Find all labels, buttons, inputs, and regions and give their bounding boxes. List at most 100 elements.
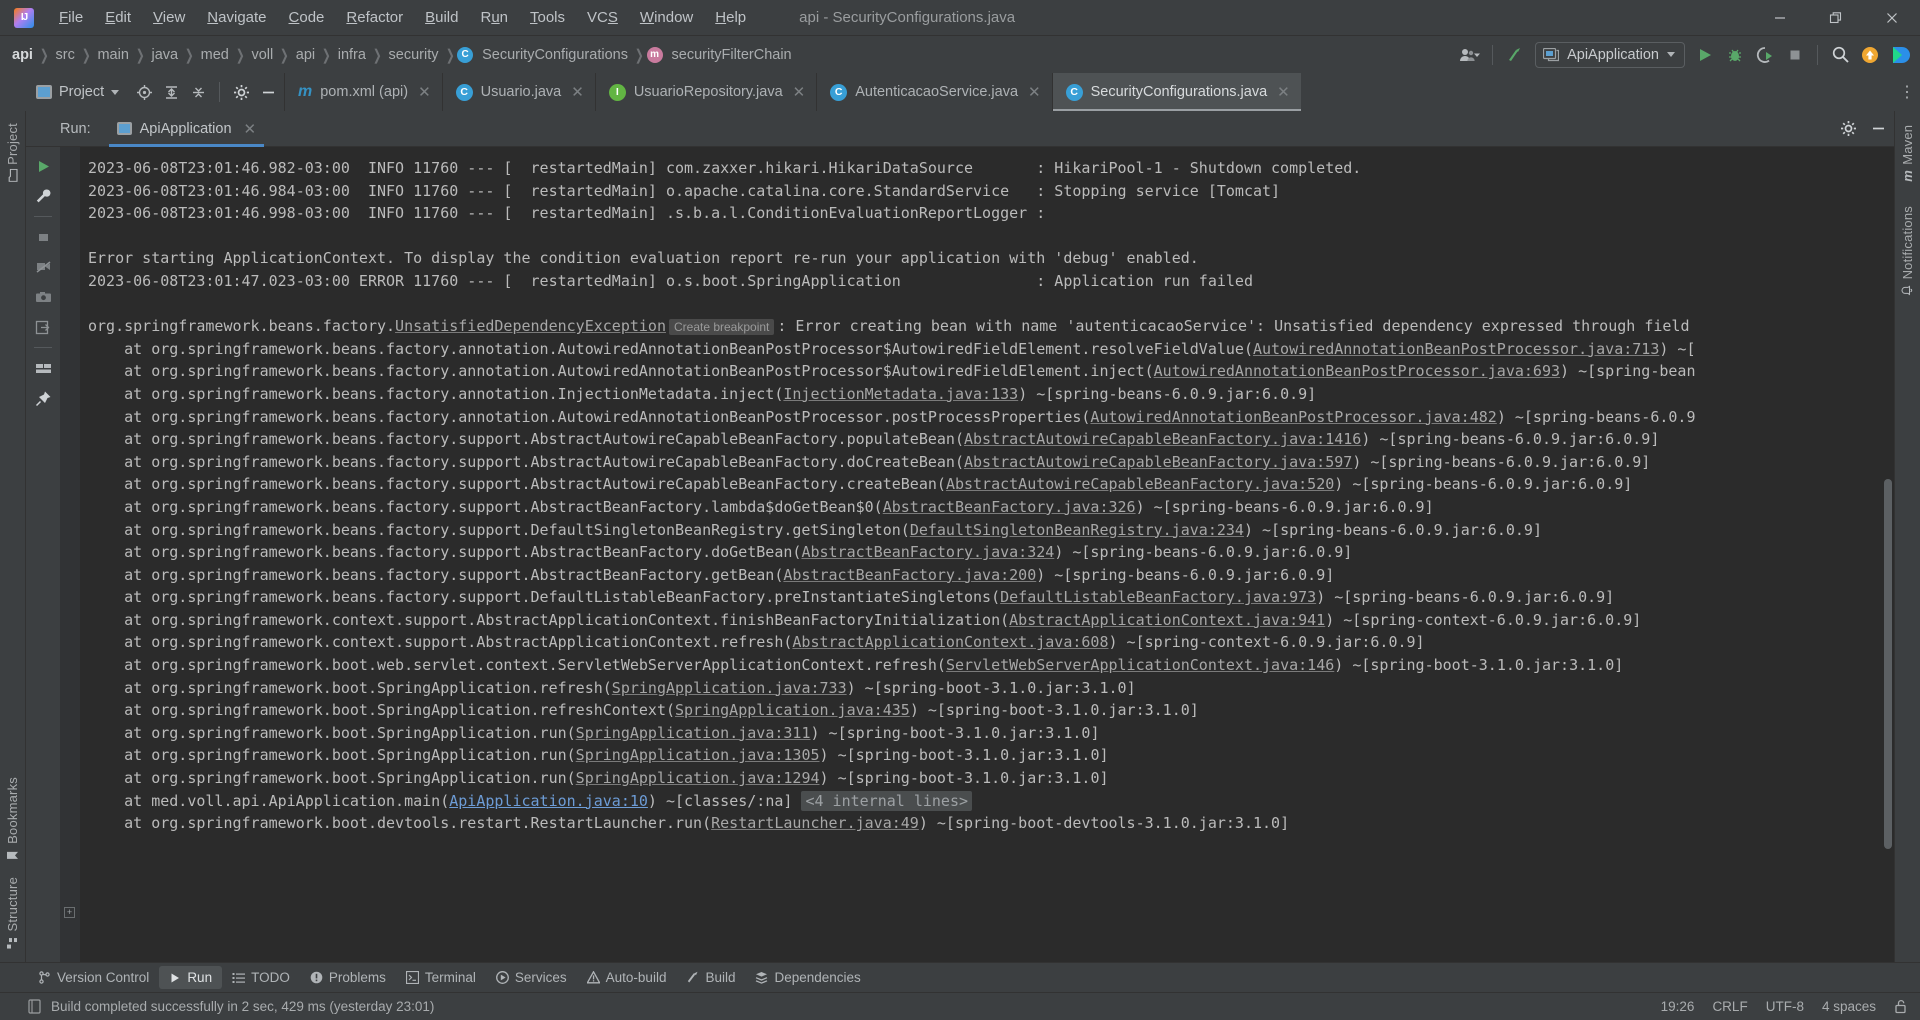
menu-file[interactable]: File xyxy=(48,5,94,30)
tool-window-terminal[interactable]: Terminal xyxy=(396,966,486,989)
breadcrumb-item-api[interactable]: api xyxy=(8,45,37,65)
close-icon[interactable]: ✕ xyxy=(244,120,257,138)
console-stacktrace-link[interactable]: AbstractBeanFactory.java:326 xyxy=(883,498,1136,516)
menu-run[interactable]: Run xyxy=(469,5,519,30)
locate-icon[interactable] xyxy=(132,80,156,104)
tool-window-dependencies[interactable]: Dependencies xyxy=(745,966,870,989)
line-separator[interactable]: CRLF xyxy=(1712,999,1747,1014)
chevron-down-icon[interactable] xyxy=(111,89,120,95)
maximize-button[interactable] xyxy=(1808,0,1864,36)
close-icon[interactable]: ✕ xyxy=(418,83,431,101)
debug-button[interactable] xyxy=(1721,41,1749,69)
stop-button[interactable] xyxy=(1781,41,1809,69)
console-stacktrace-link[interactable]: SpringApplication.java:1305 xyxy=(576,746,820,764)
rerun-icon[interactable] xyxy=(30,153,56,179)
user-avatar-icon[interactable] xyxy=(1456,41,1484,69)
console-stacktrace-link[interactable]: AutowiredAnnotationBeanPostProcessor.jav… xyxy=(1253,340,1659,358)
internal-lines-folded[interactable]: <4 internal lines> xyxy=(801,790,973,811)
menu-help[interactable]: Help xyxy=(704,5,757,30)
console-stacktrace-link[interactable]: SpringApplication.java:1294 xyxy=(576,769,820,787)
editor-tab-autenticacaoservice-java[interactable]: C AutenticacaoService.java ✕ xyxy=(816,73,1051,111)
close-icon[interactable]: ✕ xyxy=(1028,83,1041,101)
console-stacktrace-link[interactable]: DefaultSingletonBeanRegistry.java:234 xyxy=(910,521,1244,539)
hide-panel-icon[interactable] xyxy=(1866,117,1890,141)
console-output[interactable]: 2023-06-08T23:01:46.982-03:00 INFO 11760… xyxy=(80,147,1894,962)
sidebar-item-notifications[interactable]: Notifications xyxy=(1900,198,1915,304)
tool-window-build[interactable]: Build xyxy=(676,966,745,989)
console-scrollbar[interactable] xyxy=(1884,479,1892,849)
suppress-icon[interactable] xyxy=(30,254,56,280)
updates-icon[interactable] xyxy=(1501,41,1529,69)
run-tab-apiapplication[interactable]: ApiApplication ✕ xyxy=(108,111,265,147)
console-stacktrace-link[interactable]: AutowiredAnnotationBeanPostProcessor.jav… xyxy=(1090,408,1496,426)
create-breakpoint-link[interactable]: Create breakpoint xyxy=(668,319,775,336)
breadcrumb-item-java[interactable]: java xyxy=(147,45,182,65)
close-icon[interactable]: ✕ xyxy=(571,83,584,101)
menu-vcs[interactable]: VCS xyxy=(576,5,629,30)
tool-window-version-control[interactable]: Version Control xyxy=(28,966,159,989)
console-stacktrace-link[interactable]: AbstractAutowireCapableBeanFactory.java:… xyxy=(964,430,1361,448)
camera-icon[interactable] xyxy=(30,284,56,310)
indent-setting[interactable]: 4 spaces xyxy=(1822,999,1876,1014)
breadcrumb-item-infra[interactable]: infra xyxy=(334,45,370,65)
sidebar-item-structure[interactable]: Structure xyxy=(5,869,20,958)
layout-icon[interactable] xyxy=(30,355,56,381)
sidebar-item-bookmarks[interactable]: Bookmarks xyxy=(5,769,20,870)
sidebar-item-maven[interactable]: m Maven xyxy=(1900,117,1915,190)
export-icon[interactable] xyxy=(30,314,56,340)
hide-panel-icon[interactable] xyxy=(256,80,280,104)
breadcrumb-item-main[interactable]: main xyxy=(93,45,132,65)
console-stacktrace-link[interactable]: SpringApplication.java:733 xyxy=(612,679,847,697)
console-stacktrace-link[interactable]: InjectionMetadata.java:133 xyxy=(783,385,1018,403)
console-source-link[interactable]: ApiApplication.java:10 xyxy=(449,792,648,810)
gear-icon[interactable] xyxy=(1836,117,1860,141)
notifications-icon[interactable] xyxy=(1856,41,1884,69)
stop-icon[interactable] xyxy=(30,224,56,250)
minimize-button[interactable] xyxy=(1752,0,1808,36)
search-everywhere-icon[interactable] xyxy=(1826,41,1854,69)
run-button[interactable] xyxy=(1691,41,1719,69)
console-stacktrace-link[interactable]: SpringApplication.java:435 xyxy=(675,701,910,719)
console-stacktrace-link[interactable]: AbstractApplicationContext.java:941 xyxy=(1009,611,1325,629)
console-stacktrace-link[interactable]: SpringApplication.java:311 xyxy=(576,724,811,742)
tool-window-services[interactable]: Services xyxy=(486,966,577,989)
menu-navigate[interactable]: Navigate xyxy=(196,5,277,30)
sidebar-item-project[interactable]: Project xyxy=(5,115,20,189)
close-button[interactable] xyxy=(1864,0,1920,36)
console-stacktrace-link[interactable]: AbstractAutowireCapableBeanFactory.java:… xyxy=(946,475,1334,493)
tool-window-run[interactable]: Run xyxy=(159,966,223,989)
editor-options-icon[interactable]: ⋮ xyxy=(1894,73,1920,111)
breadcrumb-item-api2[interactable]: api xyxy=(292,45,319,65)
menu-build[interactable]: Build xyxy=(414,5,469,30)
file-encoding[interactable]: UTF-8 xyxy=(1766,999,1804,1014)
menu-view[interactable]: View xyxy=(142,5,196,30)
wrench-icon[interactable] xyxy=(30,183,56,209)
gear-icon[interactable] xyxy=(229,80,253,104)
console-stacktrace-link[interactable]: RestartLauncher.java:49 xyxy=(711,814,919,832)
tool-window-auto-build[interactable]: Auto-build xyxy=(577,966,677,989)
lock-icon[interactable] xyxy=(1894,999,1908,1014)
tool-window-todo[interactable]: TODO xyxy=(222,966,300,989)
tool-window-problems[interactable]: Problems xyxy=(300,966,396,989)
console-stacktrace-link[interactable]: UnsatisfiedDependencyException xyxy=(395,317,666,335)
console-stacktrace-link[interactable]: DefaultListableBeanFactory.java:973 xyxy=(1000,588,1316,606)
pin-icon[interactable] xyxy=(30,385,56,411)
fold-marker[interactable]: + xyxy=(64,907,75,918)
status-message[interactable]: Build completed successfully in 2 sec, 4… xyxy=(51,999,434,1014)
console-stacktrace-link[interactable]: AutowiredAnnotationBeanPostProcessor.jav… xyxy=(1154,362,1560,380)
console-stacktrace-link[interactable]: AbstractBeanFactory.java:324 xyxy=(801,543,1054,561)
menu-code[interactable]: Code xyxy=(278,5,336,30)
editor-tab-securityconfigurations-java[interactable]: C SecurityConfigurations.java ✕ xyxy=(1051,73,1301,111)
breadcrumb-item-voll[interactable]: voll xyxy=(247,45,277,65)
console-stacktrace-link[interactable]: AbstractBeanFactory.java:200 xyxy=(783,566,1036,584)
caret-position[interactable]: 19:26 xyxy=(1661,999,1695,1014)
close-icon[interactable]: ✕ xyxy=(793,83,806,101)
menu-tools[interactable]: Tools xyxy=(519,5,576,30)
editor-tab-usuariorepository-java[interactable]: I UsuarioRepository.java ✕ xyxy=(594,73,816,111)
editor-tab-pom-xml[interactable]: m pom.xml (api) ✕ xyxy=(284,73,442,111)
collapse-all-icon[interactable] xyxy=(186,80,210,104)
console-stacktrace-link[interactable]: AbstractAutowireCapableBeanFactory.java:… xyxy=(964,453,1352,471)
breadcrumb-item-med[interactable]: med xyxy=(197,45,233,65)
ide-services-icon[interactable] xyxy=(1886,41,1914,69)
breadcrumb-item-method[interactable]: m securityFilterChain xyxy=(646,45,796,65)
